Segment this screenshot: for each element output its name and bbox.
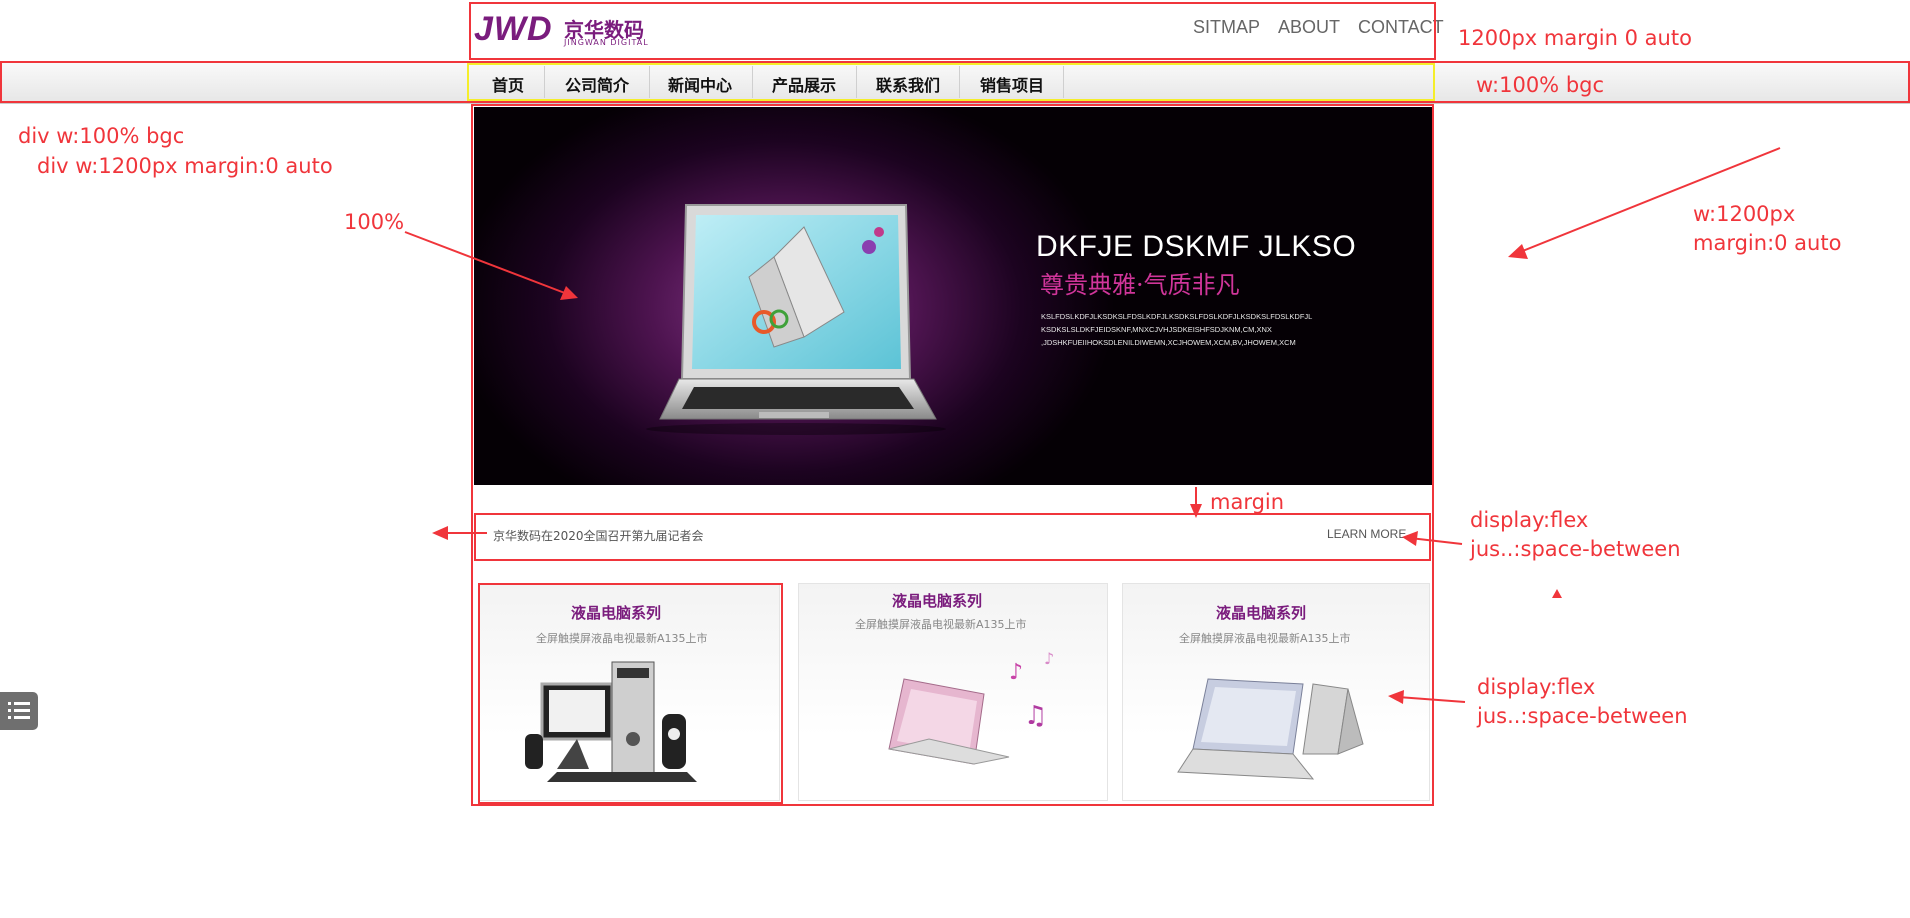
annotation-margin-auto: margin:0 auto xyxy=(1693,231,1842,255)
annotation-div-inner: div w:1200px margin:0 auto xyxy=(37,154,333,178)
annotation-flex-1: display:flex xyxy=(1470,508,1589,532)
annotation-space-between-1: jus..:space-between xyxy=(1470,537,1681,561)
annotation-div-outer: div w:100% bgc xyxy=(18,124,185,148)
annotation-arrows xyxy=(404,147,1781,704)
annotation-flex-2: display:flex xyxy=(1477,675,1596,699)
annotation-space-between-2: jus..:space-between xyxy=(1477,704,1688,728)
annotation-nav-width: w:100% bgc xyxy=(1476,73,1605,97)
annotation-percent: 100% xyxy=(344,210,405,234)
annotation-width-1200: w:1200px xyxy=(1693,202,1796,226)
annotation-header-width: 1200px margin 0 auto xyxy=(1458,26,1692,50)
annotation-margin: margin xyxy=(1210,490,1285,514)
